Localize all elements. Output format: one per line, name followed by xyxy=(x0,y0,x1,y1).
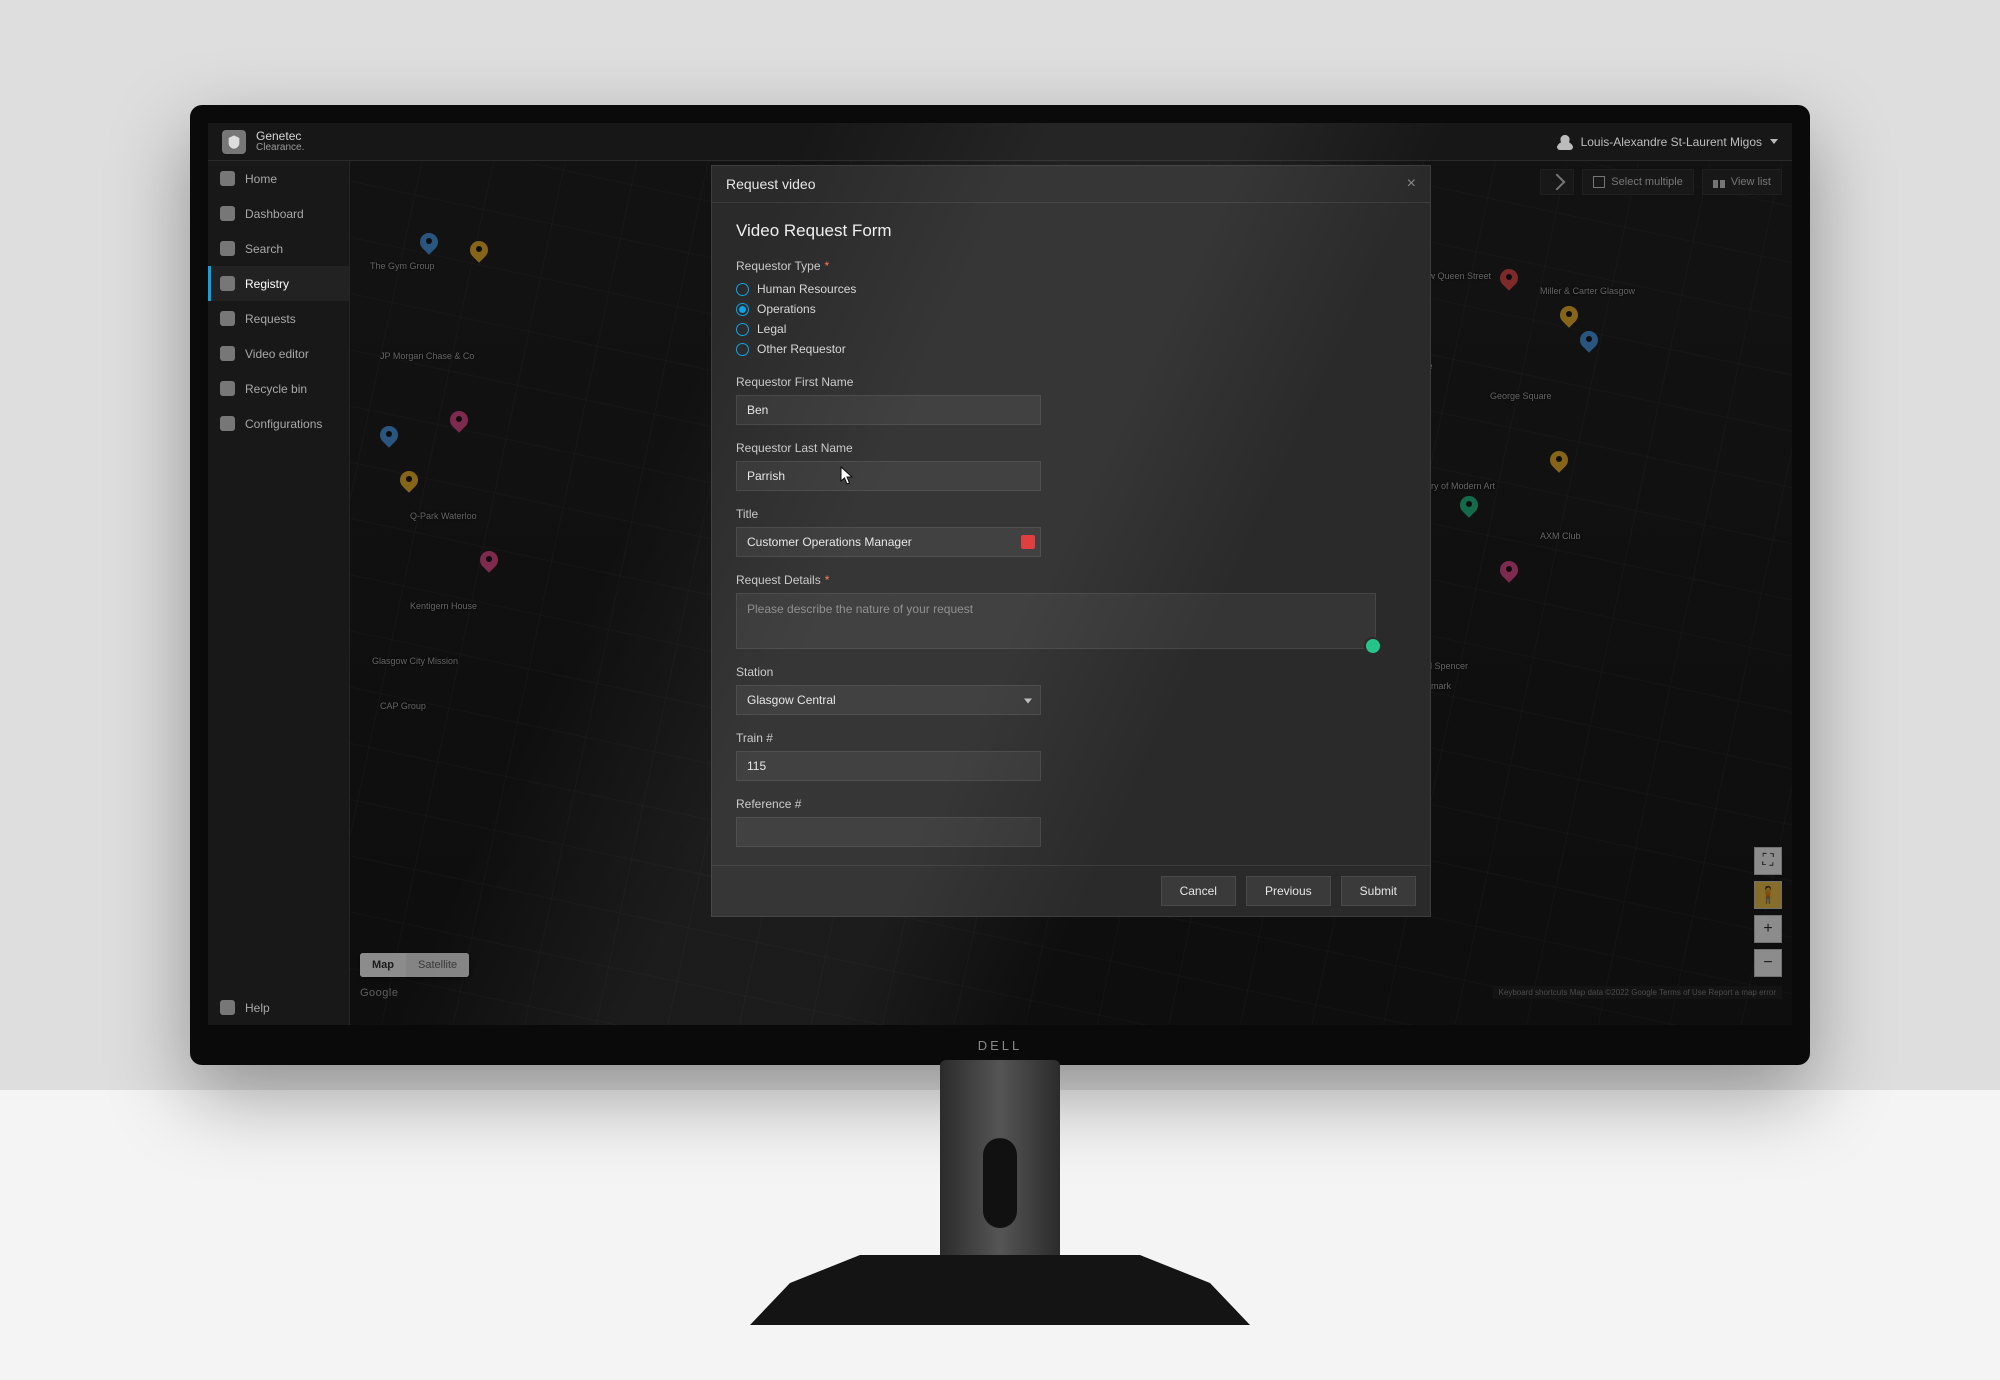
sidebar-item-registry[interactable]: Registry xyxy=(208,266,349,301)
radio-legal[interactable]: Legal xyxy=(736,319,1406,339)
cancel-button[interactable]: Cancel xyxy=(1161,876,1236,906)
reference-label: Reference # xyxy=(736,797,1406,811)
sidebar-item-label: Dashboard xyxy=(245,207,304,221)
inbox-icon xyxy=(220,311,235,326)
modal-overlay: Request video × Video Request Form Reque… xyxy=(350,161,1792,1025)
details-label: Request Details* xyxy=(736,573,1406,587)
last-name-label: Requestor Last Name xyxy=(736,441,1406,455)
request-video-modal: Request video × Video Request Form Reque… xyxy=(711,165,1431,917)
home-icon xyxy=(220,171,235,186)
sidebar-item-label: Recycle bin xyxy=(245,382,307,396)
details-placeholder: Please describe the nature of your reque… xyxy=(747,602,973,616)
brand-logo-icon xyxy=(222,130,246,154)
sidebar-item-label: Home xyxy=(245,172,277,186)
registry-icon xyxy=(220,276,235,291)
monitor-brand-label: DELL xyxy=(978,1038,1023,1053)
monitor-neck xyxy=(940,1060,1060,1280)
app-topbar: Genetec Clearance. Louis-Alexandre St-La… xyxy=(208,123,1792,161)
requestor-type-label: Requestor Type* xyxy=(736,259,1406,273)
radio-label: Operations xyxy=(757,302,816,316)
user-name: Louis-Alexandre St-Laurent Migos xyxy=(1581,135,1762,149)
details-textarea[interactable]: Please describe the nature of your reque… xyxy=(736,593,1376,649)
sidebar-item-search[interactable]: Search xyxy=(208,231,349,266)
chevron-down-icon xyxy=(1024,699,1032,704)
user-menu[interactable]: Louis-Alexandre St-Laurent Migos xyxy=(1557,134,1778,150)
title-label: Title xyxy=(736,507,1406,521)
trash-icon xyxy=(220,381,235,396)
title-input[interactable] xyxy=(736,527,1041,557)
radio-other-requestor[interactable]: Other Requestor xyxy=(736,339,1406,359)
chevron-down-icon xyxy=(1770,139,1778,144)
sidebar-item-video-editor[interactable]: Video editor xyxy=(208,336,349,371)
required-star-icon: * xyxy=(825,573,830,587)
radio-icon xyxy=(736,303,749,316)
flag-badge-icon xyxy=(1021,535,1035,549)
main-map-area: Glasgow Queen Street George Square Galle… xyxy=(350,161,1792,1025)
sidebar-item-help[interactable]: Help xyxy=(208,990,349,1025)
close-icon[interactable]: × xyxy=(1407,176,1416,192)
reference-input[interactable] xyxy=(736,817,1041,847)
submit-button[interactable]: Submit xyxy=(1341,876,1416,906)
modal-footer: Cancel Previous Submit xyxy=(712,865,1430,916)
user-icon xyxy=(1557,134,1573,150)
sidebar-item-recycle-bin[interactable]: Recycle bin xyxy=(208,371,349,406)
station-select[interactable]: Glasgow Central xyxy=(736,685,1041,715)
sidebar-item-requests[interactable]: Requests xyxy=(208,301,349,336)
sidebar: Home Dashboard Search Registry xyxy=(208,161,350,1025)
required-star-icon: * xyxy=(825,259,830,273)
sidebar-item-label: Help xyxy=(245,1001,270,1015)
train-label: Train # xyxy=(736,731,1406,745)
sidebar-item-home[interactable]: Home xyxy=(208,161,349,196)
brand-line1: Genetec xyxy=(256,129,301,143)
radio-label: Human Resources xyxy=(757,282,856,296)
first-name-input[interactable] xyxy=(736,395,1041,425)
station-label: Station xyxy=(736,665,1406,679)
radio-human-resources[interactable]: Human Resources xyxy=(736,279,1406,299)
radio-label: Other Requestor xyxy=(757,342,846,356)
help-icon xyxy=(220,1000,235,1015)
sidebar-item-label: Configurations xyxy=(245,417,322,431)
brand-name: Genetec Clearance. xyxy=(256,130,304,154)
brand-line2: Clearance. xyxy=(256,142,304,154)
radio-icon xyxy=(736,323,749,336)
monitor-bezel: Genetec Clearance. Louis-Alexandre St-La… xyxy=(190,105,1810,1065)
previous-button[interactable]: Previous xyxy=(1246,876,1331,906)
gear-icon xyxy=(220,416,235,431)
gauge-icon xyxy=(220,206,235,221)
sidebar-item-label: Registry xyxy=(245,277,289,291)
sidebar-item-dashboard[interactable]: Dashboard xyxy=(208,196,349,231)
last-name-input[interactable] xyxy=(736,461,1041,491)
sidebar-item-configurations[interactable]: Configurations xyxy=(208,406,349,441)
modal-heading: Video Request Form xyxy=(736,221,1406,241)
sidebar-item-label: Search xyxy=(245,242,283,256)
modal-title-text: Request video xyxy=(726,176,816,192)
radio-icon xyxy=(736,343,749,356)
grammarly-icon[interactable] xyxy=(1364,637,1382,655)
radio-icon xyxy=(736,283,749,296)
station-value: Glasgow Central xyxy=(747,693,836,707)
train-input[interactable] xyxy=(736,751,1041,781)
search-icon xyxy=(220,241,235,256)
modal-titlebar: Request video × xyxy=(712,166,1430,203)
sidebar-item-label: Video editor xyxy=(245,347,309,361)
radio-label: Legal xyxy=(757,322,786,336)
sidebar-item-label: Requests xyxy=(245,312,296,326)
first-name-label: Requestor First Name xyxy=(736,375,1406,389)
video-icon xyxy=(220,346,235,361)
radio-operations[interactable]: Operations xyxy=(736,299,1406,319)
